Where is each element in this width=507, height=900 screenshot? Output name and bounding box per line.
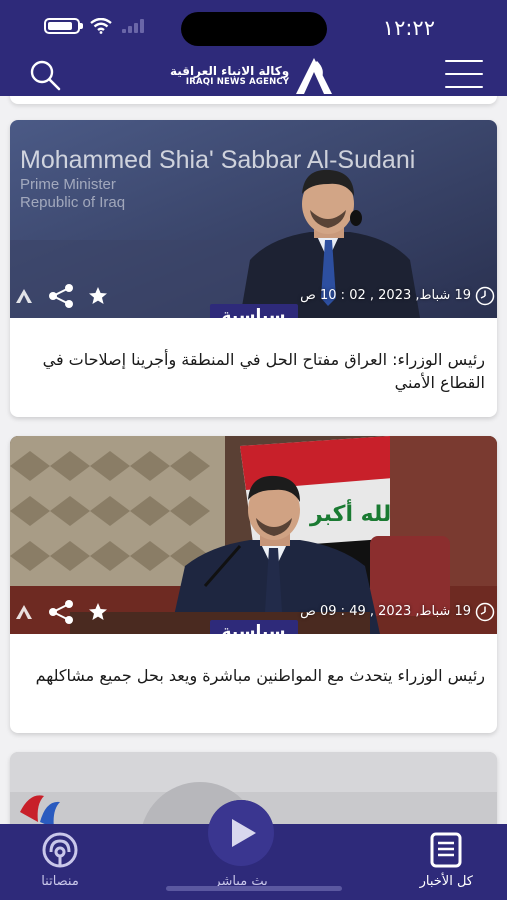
- logo-text: وكالة الانباء العراقية IRAQI NEWS AGENCY: [170, 65, 289, 87]
- article-date: 19 شباط, 2023 , 49 : 09 ص: [300, 604, 471, 619]
- share-icon[interactable]: [48, 284, 74, 308]
- favorite-star-icon[interactable]: [88, 602, 108, 622]
- news-document-icon: [430, 832, 462, 868]
- menu-line: [445, 73, 483, 75]
- article-title[interactable]: رئيس الوزراء يتحدث مع المواطنين مباشرة و…: [10, 634, 497, 703]
- battery-icon: [44, 18, 83, 34]
- article-actions: [16, 600, 108, 624]
- play-icon: [208, 800, 274, 866]
- status-icons: [44, 18, 146, 34]
- share-icon[interactable]: [48, 600, 74, 624]
- image-caption-name: Mohammed Shia' Sabbar Al-Sudani: [20, 146, 416, 174]
- search-button[interactable]: [28, 58, 62, 92]
- nav-platforms[interactable]: منصاتنا: [40, 832, 80, 889]
- article-date: 19 شباط, 2023 , 02 : 10 ص: [300, 288, 471, 303]
- category-badge[interactable]: سياسية: [209, 304, 298, 318]
- category-badge[interactable]: سياسية: [209, 620, 298, 634]
- news-feed[interactable]: Mohammed Shia' Sabbar Al-Sudani Prime Mi…: [0, 96, 507, 824]
- article-actions: [16, 284, 108, 308]
- article-image[interactable]: Mohammed Shia' Sabbar Al-Sudani Prime Mi…: [10, 120, 497, 318]
- clock-icon: [475, 286, 495, 306]
- agency-watermark-icon: [16, 289, 32, 303]
- broadcast-icon: [42, 832, 78, 868]
- cellular-signal-icon: [122, 19, 144, 33]
- news-card[interactable]: Mohammed Shia' Sabbar Al-Sudani Prime Mi…: [10, 120, 497, 417]
- dynamic-island: [181, 12, 327, 46]
- menu-button[interactable]: [445, 60, 483, 88]
- article-title[interactable]: رئيس الوزراء: العراق مفتاح الحل في المنط…: [10, 318, 497, 410]
- nav-all-news[interactable]: كل الأخبار: [420, 832, 473, 889]
- nav-all-news-label: كل الأخبار: [419, 874, 473, 889]
- agency-watermark-icon: [16, 605, 32, 619]
- image-caption-country: Republic of Iraq: [20, 194, 126, 211]
- logo-mark-icon: [296, 58, 332, 94]
- status-time: ١٢:٢٢: [382, 16, 435, 40]
- home-indicator: [166, 886, 342, 891]
- wifi-icon: [90, 18, 112, 34]
- clock-icon: [475, 602, 495, 622]
- logo-arabic-name: وكالة الانباء العراقية: [170, 64, 290, 79]
- menu-line: [445, 86, 483, 88]
- previous-card-edge: [10, 96, 497, 104]
- hamburger-menu-icon: [445, 60, 483, 62]
- app-header: ١٢:٢٢ وكالة الانباء العراقية IRAQI NEWS …: [0, 0, 507, 96]
- nav-live[interactable]: بث مباشر: [208, 800, 274, 889]
- image-caption-title: Prime Minister: [20, 176, 116, 193]
- search-icon: [30, 60, 61, 91]
- agency-logo[interactable]: وكالة الانباء العراقية IRAQI NEWS AGENCY: [170, 56, 336, 96]
- logo-english-name: IRAQI NEWS AGENCY: [185, 76, 290, 87]
- live-play-button[interactable]: [208, 800, 274, 866]
- svg-text:الله أكبر: الله أكبر: [309, 498, 399, 527]
- news-card[interactable]: الله أكبر 19 شباط, 2023 , 49: 09 ص سياس…: [10, 436, 497, 733]
- nav-platforms-label: منصاتنا: [41, 874, 79, 889]
- article-image[interactable]: الله أكبر 19 شباط, 2023 , 49: 09 ص سياس…: [10, 436, 497, 634]
- favorite-star-icon[interactable]: [88, 286, 108, 306]
